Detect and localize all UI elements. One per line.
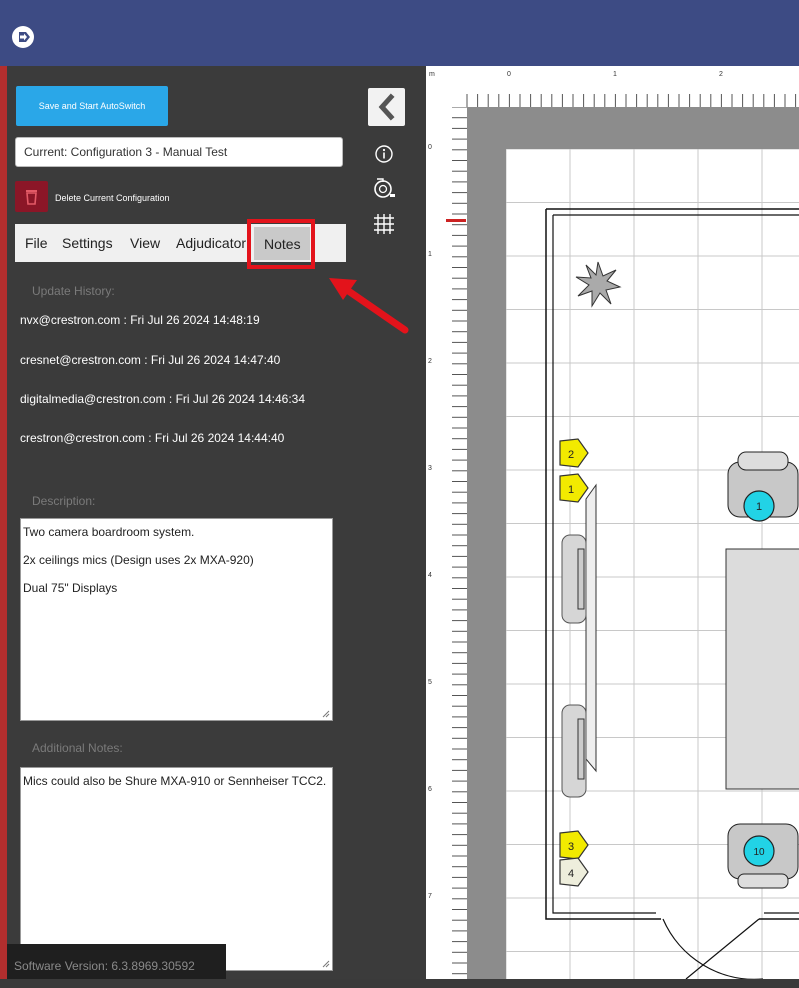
delete-configuration-label[interactable]: Delete Current Configuration bbox=[55, 193, 170, 203]
window-edge bbox=[0, 66, 7, 979]
description-label: Description: bbox=[32, 494, 96, 508]
ruler-left-ticks: 0 1 2 3 4 5 6 7 bbox=[428, 106, 467, 975]
menu-file[interactable]: File bbox=[25, 235, 48, 251]
floor-plan-drawing: 1 10 2 1 3 4 bbox=[505, 148, 799, 979]
current-configuration-field[interactable]: Current: Configuration 3 - Manual Test bbox=[15, 137, 343, 167]
save-autoswitch-button[interactable]: Save and Start AutoSwitch bbox=[16, 86, 168, 126]
plant-icon[interactable] bbox=[575, 261, 622, 308]
history-entry: digitalmedia@crestron.com : Fri Jul 26 2… bbox=[20, 392, 305, 406]
history-entry: cresnet@crestron.com : Fri Jul 26 2024 1… bbox=[20, 353, 281, 367]
menu-view[interactable]: View bbox=[130, 235, 160, 251]
ruler-left-label: 3 bbox=[428, 465, 432, 472]
conference-table[interactable] bbox=[725, 548, 799, 790]
trash-icon bbox=[26, 190, 37, 205]
ruler-left-label: 7 bbox=[428, 893, 432, 900]
ruler-left: 0 1 2 3 4 5 6 7 bbox=[426, 106, 468, 979]
menu-adjudicator[interactable]: Adjudicator bbox=[176, 235, 246, 251]
collapse-panel-button[interactable] bbox=[368, 88, 405, 126]
ruler-left-label: 6 bbox=[428, 786, 432, 793]
callout-arrow-icon bbox=[329, 278, 409, 334]
description-textarea[interactable]: Two camera boardroom system. 2x ceilings… bbox=[20, 518, 333, 721]
ruler-left-label: 1 bbox=[428, 251, 432, 258]
seat-label: 10 bbox=[753, 847, 765, 858]
app-header bbox=[0, 0, 799, 66]
exit-icon[interactable] bbox=[12, 26, 34, 48]
delete-configuration-button[interactable] bbox=[15, 181, 48, 212]
ruler-top-ticks: m 0 1 2 bbox=[429, 71, 797, 107]
update-history-label: Update History: bbox=[32, 284, 115, 298]
software-version: Software Version: 6.3.8969.30592 bbox=[7, 944, 226, 979]
marker-label: 4 bbox=[568, 868, 574, 880]
floor-plan-canvas[interactable]: m 0 1 2 0 1 2 3 4 5 6 7 1 10 2 1 3 4 bbox=[426, 66, 799, 979]
ruler-left-label: 0 bbox=[428, 144, 432, 151]
ruler-top-label: 2 bbox=[719, 71, 723, 78]
mic-marker[interactable]: 1 bbox=[559, 473, 589, 503]
history-entry: nvx@crestron.com : Fri Jul 26 2024 14:48… bbox=[20, 313, 260, 327]
additional-notes-label: Additional Notes: bbox=[32, 741, 123, 755]
ruler-unit: m bbox=[429, 71, 435, 78]
mic-marker[interactable]: 4 bbox=[559, 857, 589, 887]
resize-handle-icon[interactable] bbox=[322, 710, 330, 718]
mic-marker[interactable]: 3 bbox=[559, 830, 589, 860]
camera-seat[interactable]: 10 bbox=[727, 823, 799, 889]
menu-settings[interactable]: Settings bbox=[62, 235, 113, 251]
seat-label: 1 bbox=[756, 501, 762, 513]
ruler-left-label: 2 bbox=[428, 358, 432, 365]
info-icon[interactable] bbox=[374, 144, 394, 164]
marker-label: 2 bbox=[568, 449, 574, 461]
additional-notes-textarea[interactable]: Mics could also be Shure MXA-910 or Senn… bbox=[20, 767, 333, 971]
camera-seat[interactable]: 1 bbox=[727, 451, 799, 522]
ruler-top-label: 0 bbox=[507, 71, 511, 78]
chevron-left-icon bbox=[378, 93, 395, 121]
resize-handle-icon[interactable] bbox=[322, 960, 330, 968]
ruler-left-label: 5 bbox=[428, 679, 432, 686]
ruler-position-indicator bbox=[446, 219, 466, 222]
marker-label: 1 bbox=[568, 484, 574, 496]
description-line: Two camera boardroom system. bbox=[23, 525, 195, 539]
history-entry: crestron@crestron.com : Fri Jul 26 2024 … bbox=[20, 431, 285, 445]
description-line: 2x ceilings mics (Design uses 2x MXA-920… bbox=[23, 553, 254, 567]
marker-label: 3 bbox=[568, 841, 574, 853]
ruler-top: m 0 1 2 bbox=[426, 66, 799, 108]
ruler-left-label: 4 bbox=[428, 572, 432, 579]
room-floor: 1 10 2 1 3 4 bbox=[505, 148, 799, 979]
additional-notes-text: Mics could also be Shure MXA-910 or Senn… bbox=[23, 774, 327, 788]
grid-icon[interactable] bbox=[372, 212, 396, 236]
ruler-top-label: 1 bbox=[613, 71, 617, 78]
mic-marker[interactable]: 2 bbox=[559, 438, 589, 468]
description-line: Dual 75" Displays bbox=[23, 581, 118, 595]
notes-highlight-box bbox=[247, 219, 315, 269]
tape-measure-icon[interactable] bbox=[372, 175, 396, 201]
